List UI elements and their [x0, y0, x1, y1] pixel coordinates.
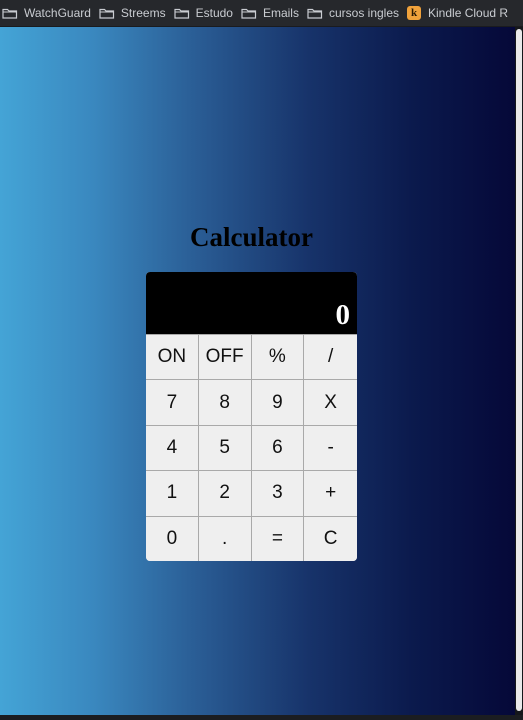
key-6[interactable]: 6 — [251, 424, 305, 471]
bookmark-label: Emails — [262, 6, 299, 20]
page-background: Calculator 0 ON OFF % / 7 8 9 X 4 5 6 - … — [0, 27, 515, 715]
bookmark-watchguard[interactable]: WatchGuard — [2, 3, 99, 23]
keypad: ON OFF % / 7 8 9 X 4 5 6 - 1 2 3 + 0 . =… — [146, 334, 357, 561]
window-bottom-edge — [0, 715, 523, 720]
key-off[interactable]: OFF — [198, 334, 252, 380]
bookmark-label: Estudo — [195, 6, 233, 20]
key-9[interactable]: 9 — [251, 379, 305, 425]
key-3[interactable]: 3 — [251, 470, 305, 516]
bookmark-kindle-cloud[interactable]: k Kindle Cloud R — [407, 3, 516, 23]
bookmark-label: Streems — [120, 6, 166, 20]
bookmark-cursos-ingles[interactable]: cursos ingles — [307, 3, 407, 23]
key-equals[interactable]: = — [251, 515, 305, 561]
bookmark-streems[interactable]: Streems — [99, 3, 174, 23]
key-8[interactable]: 8 — [198, 379, 252, 425]
key-percent[interactable]: % — [251, 334, 305, 380]
bookmark-label: Kindle Cloud R — [428, 6, 509, 20]
key-add[interactable]: + — [304, 470, 357, 516]
key-5[interactable]: 5 — [198, 424, 252, 471]
key-multiply[interactable]: X — [304, 379, 357, 425]
bookmark-label: cursos ingles — [328, 6, 400, 20]
key-7[interactable]: 7 — [146, 379, 199, 425]
key-4[interactable]: 4 — [146, 424, 199, 471]
key-on[interactable]: ON — [146, 334, 199, 380]
folder-icon — [99, 8, 115, 19]
scrollbar-thumb[interactable] — [516, 29, 522, 711]
bookmark-emails[interactable]: Emails — [241, 3, 307, 23]
folder-icon — [174, 8, 189, 19]
vertical-scrollbar[interactable] — [515, 27, 523, 715]
folder-icon — [307, 8, 323, 19]
key-2[interactable]: 2 — [198, 470, 252, 516]
bookmark-estudo[interactable]: Estudo — [174, 3, 241, 23]
display-value: 0 — [335, 299, 351, 331]
bookmarks-bar: WatchGuard Streems Estudo Emails cursos … — [0, 0, 523, 27]
bookmark-label: WatchGuard — [24, 6, 91, 20]
page-title: Calculator — [190, 222, 313, 252]
kindle-icon: k — [407, 6, 422, 20]
key-decimal[interactable]: . — [198, 515, 252, 561]
key-divide[interactable]: / — [304, 334, 357, 380]
key-1[interactable]: 1 — [146, 470, 199, 516]
calculator-display: 0 — [146, 272, 357, 334]
folder-icon — [241, 8, 257, 19]
folder-icon — [2, 8, 18, 19]
key-subtract[interactable]: - — [304, 424, 357, 471]
calculator: 0 ON OFF % / 7 8 9 X 4 5 6 - 1 2 3 + 0 .… — [146, 272, 357, 561]
key-clear[interactable]: C — [304, 515, 357, 561]
key-0[interactable]: 0 — [146, 515, 199, 561]
